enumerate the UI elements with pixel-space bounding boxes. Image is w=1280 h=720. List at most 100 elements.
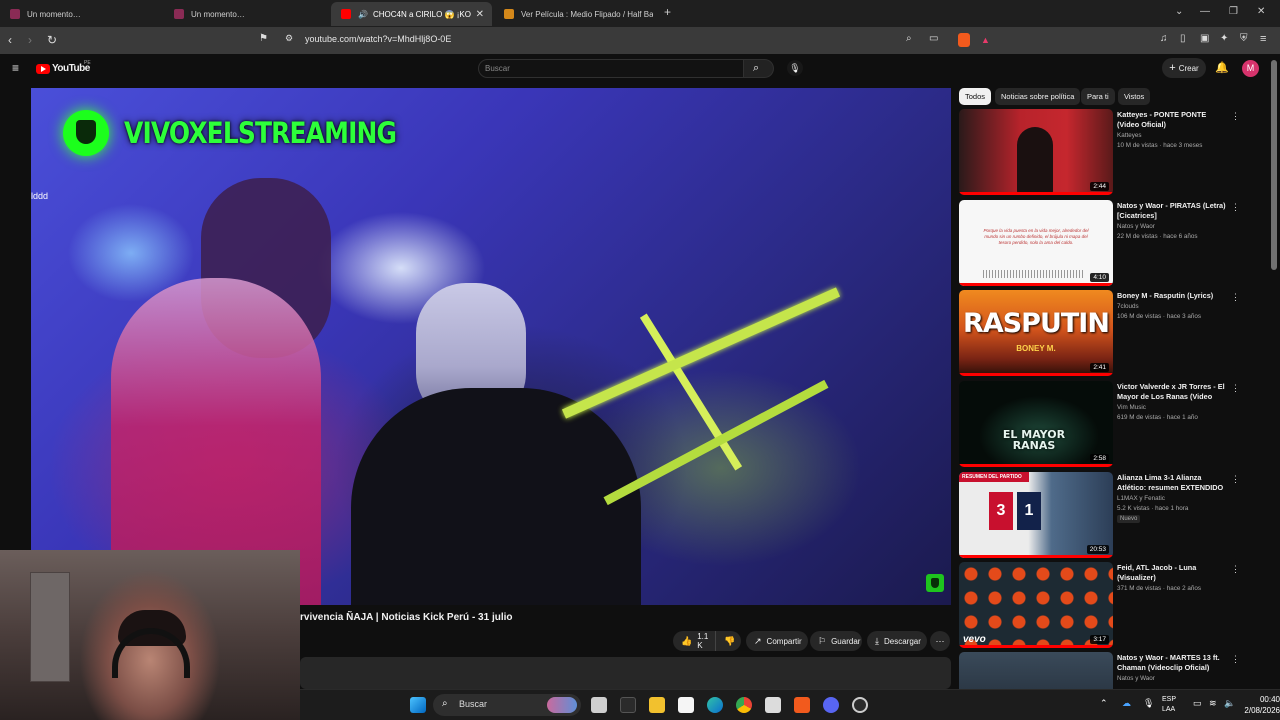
edge-icon[interactable] — [707, 697, 723, 713]
display-icon[interactable]: ▭ — [1193, 698, 1202, 709]
recommendation-title[interactable]: Katteyes - PONTE PONTE (Video Oficial) — [1117, 110, 1229, 130]
brave-icon[interactable] — [794, 697, 810, 713]
kebab-menu-icon[interactable]: ⋮ — [1231, 474, 1240, 485]
vpn-icon[interactable]: ⛨ — [1240, 33, 1248, 44]
brave-rewards-icon[interactable]: ▲ — [981, 35, 990, 45]
video-thumbnail[interactable]: Porque la vida puesta en la vida mejor, … — [959, 200, 1113, 286]
new-tab-button[interactable]: + — [664, 5, 671, 19]
calculator-icon[interactable] — [765, 697, 781, 713]
video-thumbnail[interactable]: RASPUTIN BONEY M. 2:41 — [959, 290, 1113, 376]
channel-name[interactable]: Katteyes — [1117, 132, 1142, 139]
tray-chevron-icon[interactable]: ⌃ — [1100, 698, 1108, 709]
epic-games-icon[interactable] — [620, 697, 636, 713]
recommendation-item[interactable]: RESUMEN DEL PARTIDO 3 1 20:53 Alianza Li… — [959, 472, 1249, 558]
recommendation-item[interactable]: 2:44 Katteyes - PONTE PONTE (Video Ofici… — [959, 109, 1249, 195]
wifi-icon[interactable]: ≋ — [1209, 698, 1217, 709]
brave-shield-icon[interactable] — [958, 33, 970, 47]
zoom-icon[interactable]: ⌕ — [906, 33, 912, 44]
browser-tab-active[interactable]: 🔊 CHOC4N a CIRILO 😱 ¡KO ✕ — [331, 2, 492, 26]
dislike-button[interactable]: 👎 — [715, 631, 741, 651]
taskbar-search[interactable]: ⌕ Buscar — [433, 694, 581, 716]
task-view-icon[interactable] — [591, 697, 607, 713]
browser-tab[interactable]: Ver Película : Medio Flipado / Half Ba — [494, 2, 658, 26]
recommendation-title[interactable]: Boney M - Rasputin (Lyrics) — [1117, 291, 1229, 301]
chip-politica[interactable]: Noticias sobre política — [995, 88, 1081, 105]
discord-icon[interactable] — [823, 697, 839, 713]
windows-start-icon[interactable] — [410, 697, 426, 713]
leo-ai-icon[interactable]: ✦ — [1220, 33, 1228, 44]
video-thumbnail[interactable]: RESUMEN DEL PARTIDO 3 1 20:53 — [959, 472, 1113, 558]
recommendation-item[interactable]: vevo 3:17 Feid, ATL Jacob - Luna (Visual… — [959, 562, 1249, 648]
clock[interactable]: 00:40 2/08/2026 — [1240, 694, 1280, 716]
recommendation-item[interactable]: EL MAYOR RANAS 2:58 Victor Valverde x JR… — [959, 381, 1249, 467]
video-thumbnail[interactable] — [959, 652, 1113, 689]
chip-para-ti[interactable]: Para ti — [1081, 88, 1115, 105]
video-player[interactable]: VIVOXELSTREAMING lddd — [31, 88, 951, 605]
create-button[interactable]: + Crear — [1162, 58, 1206, 78]
kebab-menu-icon[interactable]: ⋮ — [1231, 654, 1240, 665]
save-button[interactable]: ⚐ Guardar — [810, 631, 862, 651]
audio-playing-icon[interactable]: 🔊 — [358, 10, 368, 19]
video-thumbnail[interactable]: vevo 3:17 — [959, 562, 1113, 648]
share-button[interactable]: ↗ Compartir — [746, 631, 808, 651]
chrome-icon[interactable] — [736, 697, 752, 713]
channel-name[interactable]: L1MAX y Fenatic — [1117, 495, 1165, 502]
channel-name[interactable]: Natos y Waor — [1117, 675, 1155, 682]
back-icon[interactable]: ‹ — [8, 33, 12, 47]
media-icon[interactable]: ♫ — [1160, 33, 1168, 44]
like-button[interactable]: 👍 1.1 K — [673, 631, 715, 651]
guide-menu-icon[interactable]: ≡ — [12, 61, 19, 75]
recommendation-title[interactable]: Feid, ATL Jacob - Luna (Visualizer) — [1117, 563, 1229, 583]
tab-search-chevron-icon[interactable]: ⌄ — [1175, 6, 1183, 17]
chip-todos[interactable]: Todos — [959, 88, 992, 105]
reload-icon[interactable]: ↻ — [47, 33, 57, 47]
video-thumbnail[interactable]: EL MAYOR RANAS 2:58 — [959, 381, 1113, 467]
recommendation-title[interactable]: Natos y Waor - PIRATAS (Letra) [Cicatric… — [1117, 201, 1229, 221]
kebab-menu-icon[interactable]: ⋮ — [1231, 202, 1240, 213]
language-indicator[interactable]: ESP LAA — [1162, 695, 1176, 715]
recommendation-title[interactable]: Victor Valverde x JR Torres - El Mayor d… — [1117, 382, 1229, 402]
url-field[interactable]: youtube.com/watch?v=MhdHlj8O-0E — [305, 34, 451, 44]
menu-icon[interactable]: ≡ — [1260, 33, 1266, 45]
description-box[interactable] — [300, 657, 951, 689]
cast-icon[interactable]: ▭ — [929, 33, 938, 44]
browser-tab[interactable]: Un momento… — [0, 2, 164, 26]
avatar[interactable]: M — [1242, 60, 1259, 77]
minimize-icon[interactable]: — — [1200, 6, 1210, 17]
file-explorer-icon[interactable] — [649, 697, 665, 713]
tray-mic-icon[interactable]: 🎙 — [1143, 698, 1154, 709]
search-input[interactable]: Buscar — [478, 59, 744, 78]
close-window-icon[interactable]: ✕ — [1257, 6, 1265, 17]
recommendation-title[interactable]: Alianza Lima 3-1 Alianza Atlético: resum… — [1117, 473, 1229, 493]
wallet-icon[interactable]: ▣ — [1200, 33, 1209, 44]
page-scrollbar[interactable] — [1271, 60, 1277, 270]
recommendation-item[interactable]: Natos y Waor - MARTES 13 ft. Chaman (Vid… — [959, 652, 1249, 689]
volume-icon[interactable]: 🔈 — [1224, 698, 1235, 709]
tray-network-app-icon[interactable]: ☁ — [1122, 698, 1131, 709]
notifications-bell-icon[interactable]: 🔔 — [1215, 61, 1229, 74]
search-button[interactable]: ⌕ — [744, 59, 774, 78]
microsoft-store-icon[interactable] — [678, 697, 694, 713]
video-thumbnail[interactable]: 2:44 — [959, 109, 1113, 195]
obs-icon[interactable] — [852, 697, 868, 713]
chip-vistos[interactable]: Vistos — [1118, 88, 1151, 105]
channel-watermark-icon[interactable] — [926, 574, 944, 592]
download-button[interactable]: ⤓ Descargar — [867, 631, 927, 651]
kebab-menu-icon[interactable]: ⋮ — [1231, 564, 1240, 575]
channel-name[interactable]: Feid — [1117, 575, 1129, 582]
maximize-icon[interactable]: ❐ — [1229, 6, 1238, 17]
recommendation-item[interactable]: RASPUTIN BONEY M. 2:41 Boney M - Rasputi… — [959, 290, 1249, 376]
recommendation-item[interactable]: Porque la vida puesta en la vida mejor, … — [959, 200, 1249, 286]
browser-tab[interactable]: Un momento… — [164, 2, 328, 26]
kebab-menu-icon[interactable]: ⋮ — [1231, 383, 1240, 394]
forward-icon[interactable]: › — [28, 33, 32, 47]
bookmark-icon[interactable]: ⚑ — [259, 33, 268, 44]
recommendation-title[interactable]: Natos y Waor - MARTES 13 ft. Chaman (Vid… — [1117, 653, 1229, 673]
site-info-icon[interactable]: ⚙ — [285, 33, 293, 44]
kebab-menu-icon[interactable]: ⋮ — [1231, 292, 1240, 303]
channel-name[interactable]: 7clouds — [1117, 303, 1139, 310]
channel-name[interactable]: Natos y Waor — [1117, 223, 1155, 230]
more-actions-icon[interactable]: ⋯ — [930, 631, 950, 651]
channel-name[interactable]: Vim Music — [1117, 404, 1146, 411]
kebab-menu-icon[interactable]: ⋮ — [1231, 111, 1240, 122]
